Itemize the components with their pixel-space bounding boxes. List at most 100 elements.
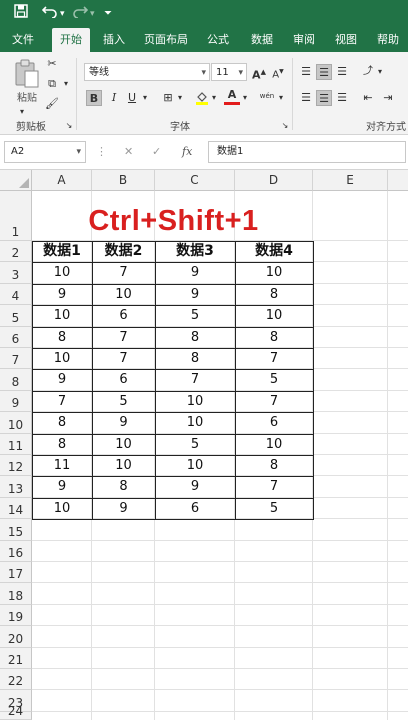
save-icon[interactable]: [14, 4, 28, 24]
tab-page-layout[interactable]: 页面布局: [140, 28, 192, 52]
font-color-dropdown-icon[interactable]: ▾: [240, 90, 250, 106]
italic-button[interactable]: I: [106, 90, 122, 106]
table-cell[interactable]: 8: [155, 327, 235, 348]
table-cell[interactable]: 7: [92, 262, 155, 283]
table-cell[interactable]: 7: [32, 391, 92, 412]
underline-dropdown-icon[interactable]: ▾: [140, 90, 150, 106]
underline-button[interactable]: U: [124, 90, 140, 106]
row-header-9[interactable]: 9: [0, 390, 32, 413]
table-cell[interactable]: 8: [235, 455, 313, 476]
phonetic-dropdown-icon[interactable]: ▾: [276, 90, 286, 106]
table-cell[interactable]: 10: [155, 391, 235, 412]
phonetic-button[interactable]: wén: [257, 88, 277, 104]
row-header-20[interactable]: 20: [0, 626, 32, 648]
paste-button[interactable]: 粘贴: [8, 56, 46, 106]
table-cell[interactable]: 10: [32, 305, 92, 326]
row-header-19[interactable]: 19: [0, 604, 32, 627]
table-cell[interactable]: 10: [92, 434, 155, 455]
undo-dropdown-icon[interactable]: ▾: [60, 4, 65, 24]
table-cell[interactable]: 6: [92, 369, 155, 390]
table-header-cell[interactable]: 数据2: [92, 241, 155, 262]
table-cell[interactable]: 7: [235, 476, 313, 497]
table-cell[interactable]: 10: [155, 412, 235, 433]
undo-icon[interactable]: [41, 4, 58, 24]
enter-icon[interactable]: ✓: [152, 141, 161, 163]
table-cell[interactable]: 9: [32, 369, 92, 390]
table-cell[interactable]: 5: [235, 498, 313, 519]
table-cell[interactable]: 6: [235, 412, 313, 433]
align-right-icon[interactable]: ☰: [334, 90, 350, 106]
table-cell[interactable]: 8: [155, 348, 235, 369]
align-left-icon[interactable]: ☰: [298, 90, 314, 106]
copy-dropdown-icon[interactable]: ▾: [58, 76, 74, 92]
table-cell[interactable]: 8: [32, 327, 92, 348]
table-cell[interactable]: 10: [155, 455, 235, 476]
tab-insert[interactable]: 插入: [98, 28, 130, 52]
customize-qat-icon[interactable]: ⏷: [104, 4, 112, 24]
row-header-2[interactable]: 2: [0, 241, 32, 263]
table-cell[interactable]: 8: [235, 284, 313, 305]
fill-color-icon[interactable]: [194, 90, 210, 106]
row-header-15[interactable]: 15: [0, 519, 32, 541]
table-cell[interactable]: 9: [155, 476, 235, 497]
border-icon[interactable]: ⊞: [160, 90, 176, 106]
cut-icon[interactable]: ✂: [44, 56, 60, 72]
row-header-3[interactable]: 3: [0, 262, 32, 284]
table-header-cell[interactable]: 数据3: [155, 241, 235, 262]
formula-input[interactable]: 数据1: [208, 141, 406, 163]
row-header-10[interactable]: 10: [0, 412, 32, 434]
table-cell[interactable]: 10: [32, 348, 92, 369]
column-header-d[interactable]: D: [235, 170, 313, 191]
select-all-button[interactable]: [0, 170, 32, 191]
align-center-icon[interactable]: ☰: [316, 90, 332, 106]
table-cell[interactable]: 9: [155, 284, 235, 305]
align-top-icon[interactable]: ☰: [298, 64, 314, 80]
row-header-12[interactable]: 12: [0, 455, 32, 477]
font-color-button[interactable]: A: [224, 88, 240, 105]
tab-formulas[interactable]: 公式: [202, 28, 234, 52]
row-header-4[interactable]: 4: [0, 283, 32, 306]
shrink-font-button[interactable]: A▼: [270, 64, 286, 80]
tab-data[interactable]: 数据: [246, 28, 278, 52]
table-cell[interactable]: 10: [92, 455, 155, 476]
grow-font-button[interactable]: A▲: [251, 64, 267, 82]
table-cell[interactable]: 10: [235, 434, 313, 455]
column-header-e[interactable]: E: [313, 170, 388, 191]
worksheet-grid[interactable]: A B C D E 1 2 3 4 5 6 7 8 9 10 11 12 13 14 15 16 17 18 19 20 21 22…: [0, 170, 408, 720]
increase-indent-icon[interactable]: ⇥: [380, 90, 396, 106]
table-cell[interactable]: 10: [32, 262, 92, 283]
row-header-22[interactable]: 22: [0, 669, 32, 691]
table-cell[interactable]: 9: [32, 476, 92, 497]
tab-view[interactable]: 视图: [330, 28, 362, 52]
orientation-icon[interactable]: ⤴: [360, 64, 376, 80]
table-cell[interactable]: 8: [32, 412, 92, 433]
table-cell[interactable]: 9: [32, 284, 92, 305]
tab-help[interactable]: 帮助: [372, 28, 404, 52]
table-cell[interactable]: 7: [92, 348, 155, 369]
tab-home[interactable]: 开始: [52, 28, 90, 52]
table-cell[interactable]: 5: [155, 305, 235, 326]
row-header-21[interactable]: 21: [0, 647, 32, 669]
row-header-7[interactable]: 7: [0, 348, 32, 370]
font-size-select[interactable]: 11 ▾: [211, 63, 247, 81]
row-header-17[interactable]: 17: [0, 562, 32, 584]
table-cell[interactable]: 6: [155, 498, 235, 519]
table-cell[interactable]: 10: [32, 498, 92, 519]
table-cell[interactable]: 9: [92, 412, 155, 433]
redo-icon[interactable]: [72, 4, 89, 24]
table-header-cell[interactable]: 数据1: [32, 241, 92, 262]
table-cell[interactable]: 7: [155, 369, 235, 390]
row-header-1[interactable]: 1: [0, 191, 32, 241]
table-cell[interactable]: 10: [235, 305, 313, 326]
row-header-11[interactable]: 11: [0, 433, 32, 455]
row-header-24[interactable]: 24: [0, 704, 32, 720]
row-header-8[interactable]: 8: [0, 369, 32, 391]
clipboard-launcher-icon[interactable]: ↘: [64, 118, 74, 134]
table-cell[interactable]: 10: [92, 284, 155, 305]
table-cell[interactable]: 6: [92, 305, 155, 326]
table-cell[interactable]: 9: [92, 498, 155, 519]
orientation-dropdown-icon[interactable]: ▾: [375, 64, 385, 80]
align-middle-icon[interactable]: ☰: [316, 64, 332, 80]
cancel-icon[interactable]: ✕: [124, 141, 133, 163]
column-header-b[interactable]: B: [92, 170, 155, 191]
